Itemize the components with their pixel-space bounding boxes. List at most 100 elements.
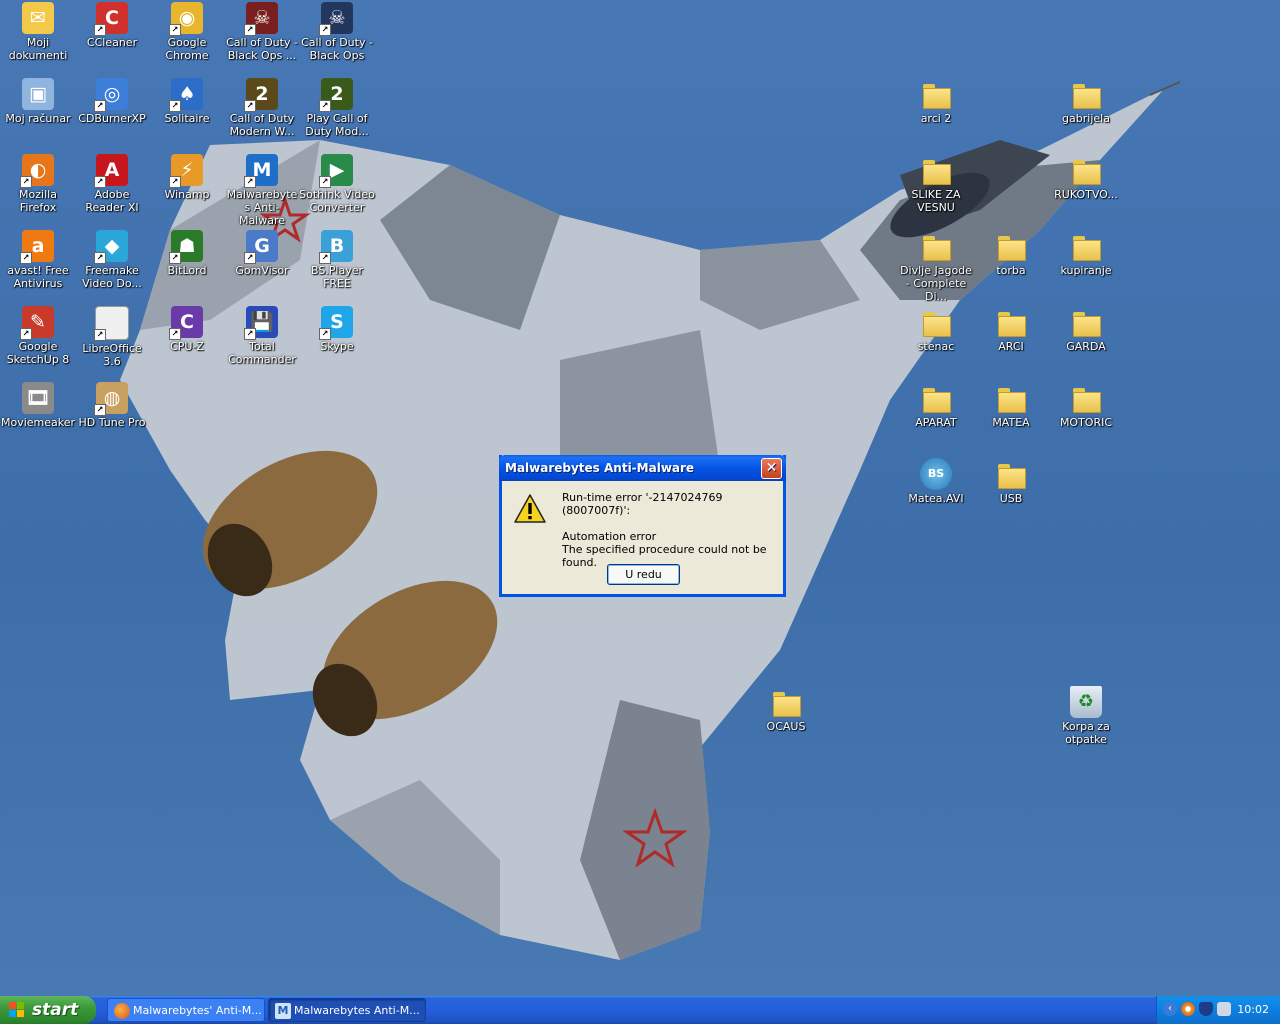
shortcut-arrow-icon: ↗ (319, 24, 331, 36)
desktop-folder-matea[interactable]: MATEA (973, 382, 1049, 429)
solitaire-icon: ♠ ↗ (169, 78, 203, 112)
desktop-icon-cod-mw[interactable]: 2 ↗ Call of Duty Modern W... (224, 78, 300, 138)
call-of-duty-mw2-icon: 2 ↗ (319, 78, 353, 112)
desktop-icon-label: Sothink Video Converter (299, 188, 375, 214)
close-button[interactable]: ✕ (761, 458, 782, 479)
desktop-folder-usb[interactable]: USB (973, 458, 1049, 505)
desktop-icon-libreoffice[interactable]: ↗ LibreOffice 3.6 (74, 306, 150, 368)
desktop-icon-label: RUKOTVO... (1054, 188, 1118, 201)
error-dialog: Malwarebytes Anti-Malware ✕ Run-time err… (499, 455, 786, 597)
dialog-title-bar[interactable]: Malwarebytes Anti-Malware ✕ (499, 455, 786, 481)
desktop-folder-torba[interactable]: torba (973, 230, 1049, 277)
sketchup-icon: ✎ ↗ (20, 306, 54, 340)
bsplayer-icon: B ↗ (319, 230, 353, 264)
dialog-message: Run-time error '-2147024769 (8007007f)':… (562, 491, 780, 569)
desktop-icon-label: ARCI (998, 340, 1024, 353)
desktop-icon-label: Winamp (164, 188, 210, 201)
desktop-icon-solitaire[interactable]: ♠ ↗ Solitaire (149, 78, 225, 125)
desktop-icon-cdburnerxp[interactable]: ◎ ↗ CDBurnerXP (74, 78, 150, 125)
warning-icon (514, 494, 546, 523)
total-commander-icon: 💾 ↗ (244, 306, 278, 340)
desktop-folder-kupiranje[interactable]: kupiranje (1048, 230, 1124, 277)
taskbar-item-malwarebytes[interactable]: M Malwarebytes Anti-M... (268, 998, 426, 1022)
desktop-icon-cod-black-ops-2[interactable]: ☠ ↗ Call of Duty - Black Ops (299, 2, 375, 62)
shortcut-arrow-icon: ↗ (94, 252, 106, 264)
taskbar-item-firefox[interactable]: Malwarebytes' Anti-M... (107, 998, 265, 1022)
shortcut-arrow-icon: ↗ (94, 100, 106, 112)
desktop-icon-label: Total Commander (228, 340, 296, 366)
desktop-folder-slike-za-vesnu[interactable]: SLIKE ZA VESNU (898, 154, 974, 214)
desktop-icon-total-commander[interactable]: 💾 ↗ Total Commander (224, 306, 300, 366)
folder-icon (1070, 78, 1102, 110)
bsplayer-file-icon: BS (920, 458, 952, 490)
desktop-icon-label: arci 2 (920, 112, 952, 125)
desktop-folder-stenac[interactable]: stenac (898, 306, 974, 353)
desktop-folder-ocaus[interactable]: OCAUS (748, 686, 824, 733)
cpu-z-icon: C ↗ (169, 306, 203, 340)
desktop-icon-cpu-z[interactable]: C ↗ CPU-Z (149, 306, 225, 353)
start-button[interactable]: start (0, 996, 96, 1024)
network-icon[interactable] (1217, 1002, 1231, 1016)
desktop-icon-skype[interactable]: S ↗ Skype (299, 306, 375, 353)
desktop-folder-arci2[interactable]: arci 2 (898, 78, 974, 125)
ok-button[interactable]: U redu (607, 564, 680, 585)
skype-icon: S ↗ (319, 306, 353, 340)
desktop-icon-label: LibreOffice 3.6 (82, 342, 142, 368)
folder-icon (995, 306, 1027, 338)
desktop-icon-label: BitLord (167, 264, 207, 277)
shortcut-arrow-icon: ↗ (94, 176, 106, 188)
desktop-icon-label: Korpa za otpatke (1062, 720, 1110, 746)
shortcut-arrow-icon: ↗ (319, 176, 331, 188)
desktop-icon-mozilla-firefox[interactable]: ◐ ↗ Mozilla Firefox (0, 154, 76, 214)
desktop-icon-malwarebytes[interactable]: M ↗ Malwarebytes Anti-Malware (224, 154, 300, 227)
close-icon: ✕ (765, 460, 778, 476)
desktop-icon-freemake[interactable]: ◆ ↗ Freemake Video Do... (74, 230, 150, 290)
desktop-icon-avast[interactable]: a ↗ avast! Free Antivirus (0, 230, 76, 290)
desktop-folder-arci[interactable]: ARCI (973, 306, 1049, 353)
desktop-icon-bsplayer[interactable]: B ↗ BS.Player FREE (299, 230, 375, 290)
desktop-folder-rukotvo[interactable]: RUKOTVO... (1048, 154, 1124, 201)
start-label: start (32, 1000, 79, 1020)
desktop-folder-divlje-jagode[interactable]: Divlje Jagode - Complete Di... (898, 230, 974, 303)
malwarebytes-icon: M ↗ (244, 154, 278, 188)
desktop-icon-label: MATEA (992, 416, 1030, 429)
desktop-icon-sothink[interactable]: ▶ ↗ Sothink Video Converter (299, 154, 375, 214)
folder-icon (1070, 230, 1102, 262)
chrome-icon: ◉ ↗ (169, 2, 203, 36)
show-hidden-icons-icon[interactable]: ‹ (1163, 1002, 1177, 1016)
bitlord-icon: ☗ ↗ (169, 230, 203, 264)
desktop-icon-google-chrome[interactable]: ◉ ↗ Google Chrome (149, 2, 225, 62)
windows-logo-icon (9, 1002, 24, 1017)
desktop-icon-winamp[interactable]: ⚡ ↗ Winamp (149, 154, 225, 201)
desktop-icon-ccleaner[interactable]: C ↗ CCleaner (74, 2, 150, 49)
desktop-icon-label: gabrijela (1062, 112, 1110, 125)
folder-icon (995, 382, 1027, 414)
desktop-folder-aparat[interactable]: APARAT (898, 382, 974, 429)
call-of-duty-mw2-icon: 2 ↗ (244, 78, 278, 112)
desktop-icon-adobe-reader[interactable]: A ↗ Adobe Reader XI (74, 154, 150, 214)
shortcut-arrow-icon: ↗ (244, 328, 256, 340)
shortcut-arrow-icon: ↗ (244, 24, 256, 36)
desktop-folder-garda[interactable]: GARDA (1048, 306, 1124, 353)
desktop-icon-recycle-bin[interactable]: ♻ Korpa za otpatke (1048, 686, 1124, 746)
desktop-icon-moviemeaker[interactable]: 🎞 Moviemeaker (0, 382, 76, 429)
desktop-icon-bitlord[interactable]: ☗ ↗ BitLord (149, 230, 225, 277)
desktop-icon-label: OCAUS (766, 720, 806, 733)
desktop-folder-gabrijela[interactable]: gabrijela (1048, 78, 1124, 125)
my-documents-icon: ✉ (22, 2, 54, 34)
desktop-icon-hd-tune[interactable]: ◍ ↗ HD Tune Pro (74, 382, 150, 429)
security-shield-icon[interactable] (1199, 1002, 1213, 1016)
chrome-tray-icon[interactable] (1181, 1002, 1195, 1016)
desktop-icon-sketchup[interactable]: ✎ ↗ Google SketchUp 8 (0, 306, 76, 366)
desktop-icon-label: Matea.AVI (908, 492, 964, 505)
desktop-icon-cod-black-ops-1[interactable]: ☠ ↗ Call of Duty - Black Ops ... (224, 2, 300, 62)
desktop-icon-gomvisor[interactable]: G ↗ GomVisor (224, 230, 300, 277)
folder-icon (920, 306, 952, 338)
desktop-icon-play-cod-mw[interactable]: 2 ↗ Play Call of Duty Mod... (299, 78, 375, 138)
adobe-reader-icon: A ↗ (94, 154, 128, 188)
desktop-folder-motoric[interactable]: MOTORIC (1048, 382, 1124, 429)
desktop-icon-moji-dokumenti[interactable]: ✉ Moji dokumenti (0, 2, 76, 62)
desktop-file-matea-avi[interactable]: BS Matea.AVI (898, 458, 974, 505)
desktop-icon-label: Adobe Reader XI (85, 188, 139, 214)
desktop-icon-moj-racunar[interactable]: ▣ Moj računar (0, 78, 76, 125)
